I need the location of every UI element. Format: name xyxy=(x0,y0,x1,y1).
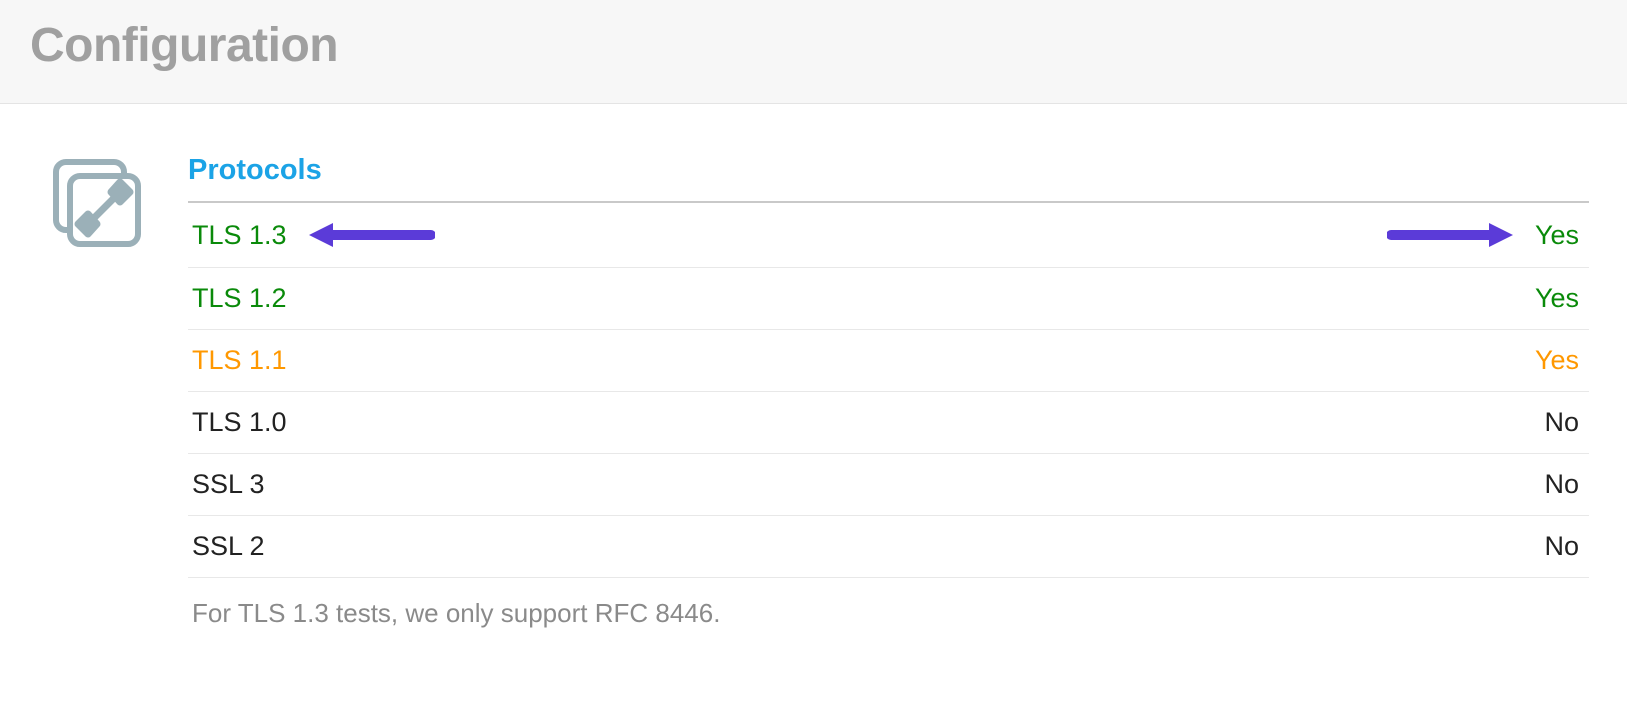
protocols-icon xyxy=(46,154,146,258)
footnote-text: For TLS 1.3 tests, we only support RFC 8… xyxy=(188,578,1589,629)
protocol-name: SSL 2 xyxy=(192,531,265,562)
table-row: TLS 1.2 Yes xyxy=(188,268,1589,330)
protocols-section: Protocols TLS 1.3 xyxy=(188,154,1597,629)
content-area: Protocols TLS 1.3 xyxy=(0,104,1627,629)
table-row: TLS 1.3 Yes xyxy=(188,203,1589,268)
protocol-name: TLS 1.2 xyxy=(192,283,287,314)
protocol-value: No xyxy=(1544,407,1583,438)
protocol-name: TLS 1.0 xyxy=(192,407,287,438)
protocol-name: TLS 1.3 xyxy=(192,220,287,251)
protocol-value: No xyxy=(1544,531,1583,562)
page-title: Configuration xyxy=(30,18,1597,73)
protocol-value: No xyxy=(1544,469,1583,500)
exchange-arrows-icon xyxy=(46,154,146,254)
protocols-table: TLS 1.3 Yes xyxy=(188,201,1589,578)
protocol-value: Yes xyxy=(1535,283,1583,314)
protocol-value: Yes xyxy=(1535,220,1579,251)
table-row: TLS 1.0 No xyxy=(188,392,1589,454)
protocol-name: TLS 1.1 xyxy=(192,345,287,376)
table-row: SSL 2 No xyxy=(188,516,1589,578)
table-row: SSL 3 No xyxy=(188,454,1589,516)
annotation-arrow-right-icon xyxy=(1387,218,1517,252)
page-header: Configuration xyxy=(0,0,1627,104)
protocol-value: Yes xyxy=(1535,345,1583,376)
section-title: Protocols xyxy=(188,154,1589,201)
annotation-arrow-left-icon xyxy=(305,218,435,252)
table-row: TLS 1.1 Yes xyxy=(188,330,1589,392)
protocol-name: SSL 3 xyxy=(192,469,265,500)
